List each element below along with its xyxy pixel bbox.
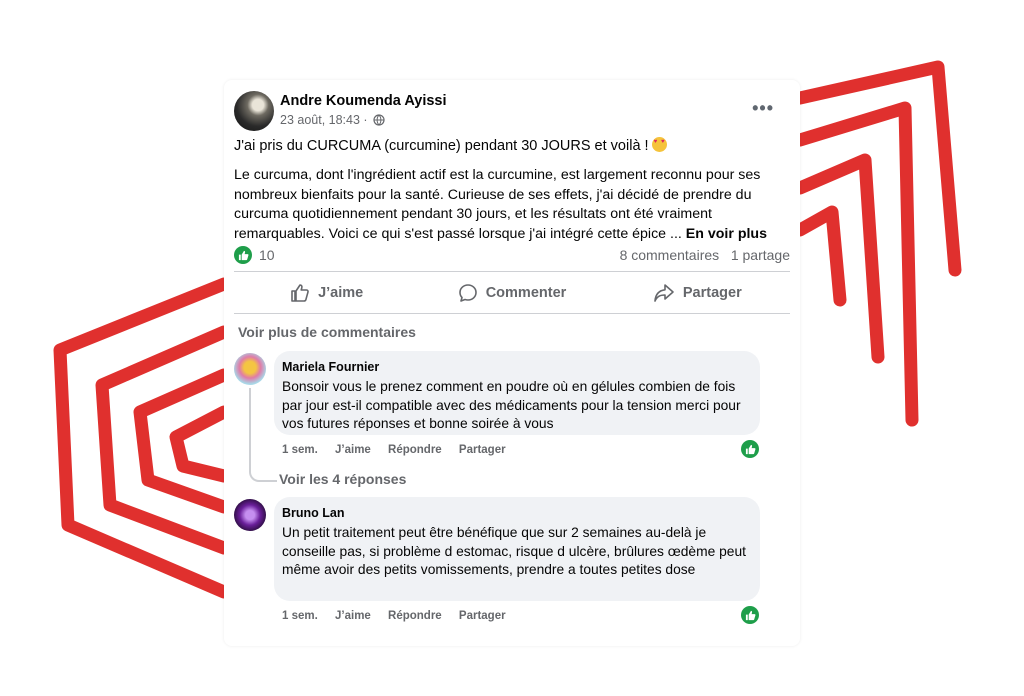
more-comments-link[interactable]: Voir plus de commentaires bbox=[238, 324, 416, 340]
thumbs-up-icon[interactable] bbox=[234, 246, 252, 264]
post-card: Andre Koumenda Ayissi 23 août, 18:43 · •… bbox=[224, 80, 800, 646]
author-name[interactable]: Andre Koumenda Ayissi bbox=[280, 93, 447, 109]
commenter-name[interactable]: Bruno Lan bbox=[282, 506, 345, 520]
comment-reply-link[interactable]: Répondre bbox=[388, 444, 442, 456]
thumbs-up-outline-icon bbox=[291, 284, 309, 302]
post-meta: 23 août, 18:43 · bbox=[280, 113, 385, 127]
comment-age[interactable]: 1 sem. bbox=[282, 444, 318, 456]
share-count[interactable]: 1 partage bbox=[731, 247, 790, 263]
commenter-avatar[interactable] bbox=[234, 353, 266, 385]
more-options-icon[interactable]: ••• bbox=[752, 98, 774, 119]
post-title-line: J'ai pris du CURCUMA (curcumine) pendant… bbox=[234, 137, 667, 154]
comment-like-link[interactable]: J’aime bbox=[335, 444, 371, 456]
comment-age[interactable]: 1 sem. bbox=[282, 610, 318, 622]
commenter-avatar[interactable] bbox=[234, 499, 266, 531]
comment-bubble-icon bbox=[458, 284, 477, 302]
action-bar: J’aime Commenter Partager bbox=[234, 273, 790, 313]
comment-button-label: Commenter bbox=[485, 285, 567, 301]
commenter-name[interactable]: Mariela Fournier bbox=[282, 360, 379, 374]
divider bbox=[234, 271, 790, 272]
comment-text: Bonsoir vous le prenez comment en poudre… bbox=[282, 379, 741, 431]
author-avatar[interactable] bbox=[234, 91, 274, 131]
share-button[interactable]: Partager bbox=[605, 273, 790, 313]
view-replies-link[interactable]: Voir les 4 réponses bbox=[279, 471, 406, 487]
comment-actions: 1 sem. J’aime Répondre Partager bbox=[282, 610, 520, 622]
comment-bubble: Mariela Fournier Bonsoir vous le prenez … bbox=[274, 351, 760, 435]
share-button-label: Partager bbox=[682, 285, 742, 301]
globe-icon bbox=[373, 114, 385, 126]
comment-text: Un petit traitement peut être bénéfique … bbox=[282, 525, 746, 577]
comment-reply-link[interactable]: Répondre bbox=[388, 610, 442, 622]
comment-share-link[interactable]: Partager bbox=[459, 610, 506, 622]
comment-count[interactable]: 8 commentaires bbox=[620, 247, 720, 263]
share-arrow-icon bbox=[654, 284, 674, 302]
comment-bubble: Bruno Lan Un petit traitement peut être … bbox=[274, 497, 760, 601]
see-more-link[interactable]: En voir plus bbox=[686, 226, 767, 242]
reaction-count[interactable]: 10 bbox=[259, 247, 275, 263]
comment-actions: 1 sem. J’aime Répondre Partager bbox=[282, 444, 520, 456]
thumbs-up-icon[interactable] bbox=[741, 606, 759, 624]
reply-thread-line bbox=[249, 388, 277, 482]
comment-button[interactable]: Commenter bbox=[419, 273, 604, 313]
thumbs-up-icon[interactable] bbox=[741, 440, 759, 458]
post-body: Le curcuma, dont l'ingrédient actif est … bbox=[234, 166, 794, 244]
like-button[interactable]: J’aime bbox=[234, 273, 419, 313]
reactions-bar: 10 8 commentaires 1 partage bbox=[234, 246, 790, 266]
post-stats: 8 commentaires 1 partage bbox=[620, 247, 790, 263]
comment-share-link[interactable]: Partager bbox=[459, 444, 506, 456]
divider bbox=[234, 313, 790, 314]
comment-like-link[interactable]: J’aime bbox=[335, 610, 371, 622]
like-button-label: J’aime bbox=[318, 285, 364, 301]
post-header: Andre Koumenda Ayissi 23 août, 18:43 · •… bbox=[234, 90, 790, 134]
meta-separator: · bbox=[363, 113, 368, 127]
post-title-text: J'ai pris du CURCUMA (curcumine) pendant… bbox=[234, 138, 649, 154]
post-body-text: Le curcuma, dont l'ingrédient actif est … bbox=[234, 167, 761, 242]
heart-eyes-emoji-icon bbox=[651, 137, 667, 152]
post-timestamp[interactable]: 23 août, 18:43 bbox=[280, 113, 360, 127]
